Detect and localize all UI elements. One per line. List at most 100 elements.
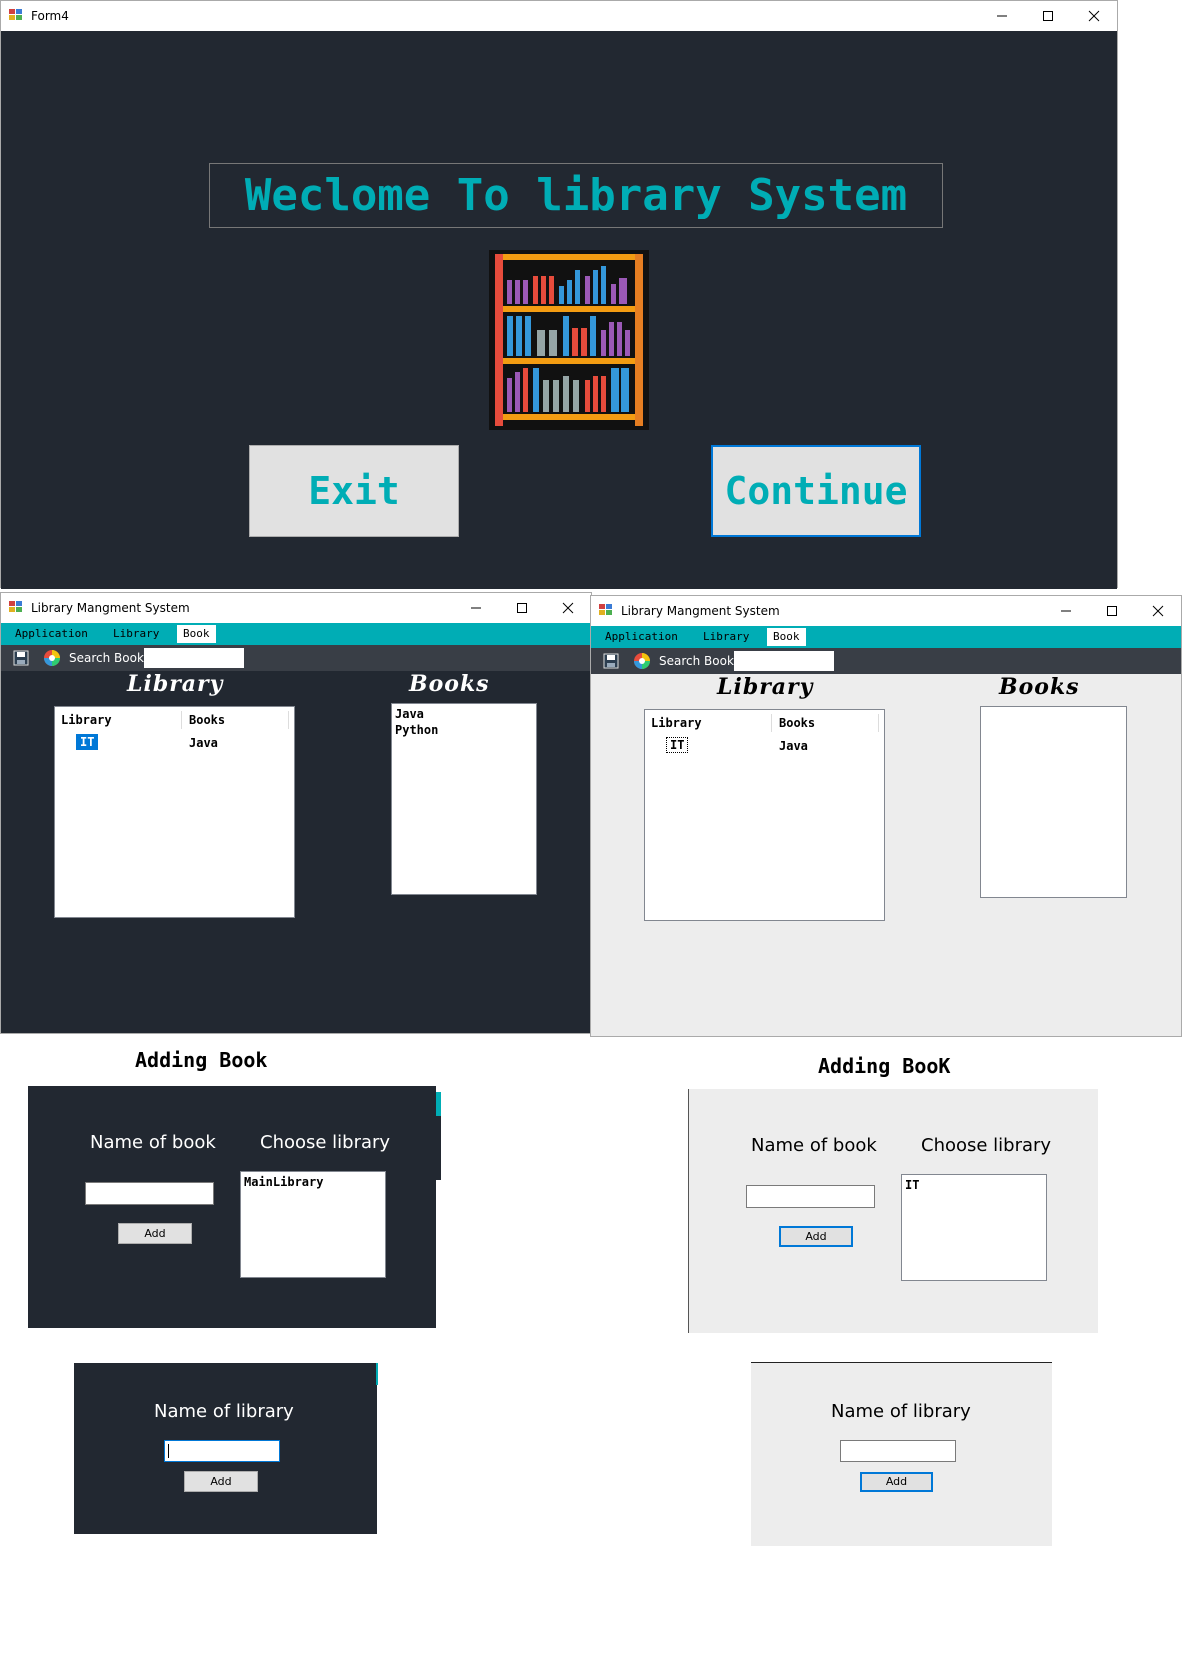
close-button[interactable] bbox=[1071, 1, 1117, 31]
adding-book-heading: Adding BooK bbox=[818, 1054, 951, 1078]
close-icon bbox=[1152, 605, 1164, 617]
list-item-books[interactable]: Java bbox=[779, 739, 808, 753]
library-listbox[interactable]: IT bbox=[901, 1174, 1047, 1281]
add-library-panel-light: Name of library Add bbox=[751, 1363, 1052, 1546]
search-input[interactable] bbox=[734, 651, 834, 671]
maximize-icon bbox=[1107, 606, 1117, 616]
list-item-books[interactable]: Java bbox=[189, 736, 218, 750]
form4-client: Weclome To library System Exit Continue bbox=[1, 31, 1117, 589]
dark-strip bbox=[436, 1116, 441, 1180]
choose-library-label: Choose library bbox=[921, 1135, 1052, 1156]
add-library-button[interactable]: Add bbox=[860, 1472, 933, 1492]
welcome-heading: Weclome To library System bbox=[209, 163, 943, 228]
app-icon bbox=[9, 9, 23, 21]
exit-button[interactable]: Exit bbox=[249, 445, 459, 537]
toolbar: Search Book bbox=[1, 645, 591, 671]
name-of-book-label: Name of book bbox=[751, 1135, 877, 1156]
titlebar: Library Mangment System bbox=[1, 593, 591, 623]
list-item-library[interactable]: IT bbox=[76, 734, 99, 750]
window-title: Library Mangment System bbox=[621, 604, 780, 618]
column-header-books[interactable]: Books bbox=[189, 713, 225, 727]
maximize-icon bbox=[517, 603, 527, 613]
search-label: Search Book bbox=[659, 654, 734, 668]
minimize-button[interactable] bbox=[453, 593, 499, 623]
minimize-button[interactable] bbox=[1043, 596, 1089, 626]
app-icon bbox=[9, 601, 23, 613]
menu-bar: Application Library Book bbox=[591, 626, 1181, 648]
library-name-input[interactable] bbox=[164, 1440, 280, 1462]
menu-library[interactable]: Library bbox=[107, 625, 165, 643]
main-window-dark: Library Mangment System Application Libr… bbox=[0, 592, 592, 1034]
list-item[interactable]: MainLibrary bbox=[244, 1174, 382, 1190]
minimize-button[interactable] bbox=[979, 1, 1025, 31]
choose-library-label: Choose library bbox=[260, 1132, 391, 1153]
column-header-books[interactable]: Books bbox=[779, 716, 815, 730]
library-name-input[interactable] bbox=[840, 1440, 956, 1462]
close-button[interactable] bbox=[1135, 596, 1181, 626]
list-item[interactable]: IT bbox=[905, 1177, 1043, 1193]
book-name-input[interactable] bbox=[746, 1185, 875, 1208]
continue-button[interactable]: Continue bbox=[711, 445, 921, 537]
name-of-library-label: Name of library bbox=[154, 1401, 294, 1422]
color-wheel-icon[interactable] bbox=[633, 652, 651, 670]
main-client: Library Books Library Books IT Java bbox=[591, 674, 1181, 1036]
form4-window: Form4 Weclome To library System Exit Con… bbox=[0, 0, 1118, 589]
welcome-text: Weclome To library System bbox=[244, 170, 908, 221]
save-icon[interactable] bbox=[603, 653, 619, 669]
list-item[interactable]: Python bbox=[395, 722, 533, 738]
window-title: Form4 bbox=[31, 9, 69, 23]
add-book-button[interactable]: Add bbox=[118, 1223, 192, 1244]
adding-book-panel-dark: Name of book Choose library Add MainLibr… bbox=[28, 1086, 436, 1328]
book-name-input[interactable] bbox=[85, 1182, 214, 1205]
menu-bar: Application Library Book bbox=[1, 623, 591, 645]
maximize-button[interactable] bbox=[1089, 596, 1135, 626]
list-item[interactable]: Java bbox=[395, 706, 533, 722]
accent-strip bbox=[436, 1092, 441, 1116]
menu-application[interactable]: Application bbox=[9, 625, 94, 643]
books-listbox[interactable] bbox=[980, 706, 1127, 898]
add-library-panel-dark: Name of library Add bbox=[74, 1363, 377, 1534]
library-heading: Library bbox=[717, 674, 814, 700]
search-label: Search Book bbox=[69, 651, 144, 665]
menu-book[interactable]: Book bbox=[177, 625, 216, 643]
menu-book[interactable]: Book bbox=[767, 628, 806, 646]
maximize-button[interactable] bbox=[1025, 1, 1071, 31]
save-icon[interactable] bbox=[13, 650, 29, 666]
window-title: Library Mangment System bbox=[31, 601, 190, 615]
menu-application[interactable]: Application bbox=[599, 628, 684, 646]
adding-book-panel-light: Name of book Choose library Add IT bbox=[688, 1089, 1098, 1333]
library-listview[interactable]: Library Books IT Java bbox=[54, 706, 295, 918]
search-input[interactable] bbox=[144, 648, 244, 668]
books-heading: Books bbox=[409, 671, 490, 697]
toolbar: Search Book bbox=[591, 648, 1181, 674]
close-button[interactable] bbox=[545, 593, 591, 623]
accent-strip bbox=[376, 1363, 378, 1385]
name-of-library-label: Name of library bbox=[831, 1401, 971, 1422]
main-client: Library Books Library Books IT Java Java… bbox=[1, 671, 591, 1033]
library-heading: Library bbox=[127, 671, 224, 697]
books-heading: Books bbox=[999, 674, 1080, 700]
color-wheel-icon[interactable] bbox=[43, 649, 61, 667]
app-icon bbox=[599, 604, 613, 616]
minimize-icon bbox=[1061, 610, 1071, 612]
bookshelf-icon bbox=[489, 250, 649, 430]
add-book-button[interactable]: Add bbox=[779, 1226, 853, 1247]
main-window-light: Library Mangment System Application Libr… bbox=[590, 595, 1182, 1037]
books-listbox[interactable]: Java Python bbox=[391, 703, 537, 895]
list-item-library[interactable]: IT bbox=[666, 737, 689, 753]
close-icon bbox=[562, 602, 574, 614]
column-header-library[interactable]: Library bbox=[651, 716, 702, 730]
column-header-library[interactable]: Library bbox=[61, 713, 112, 727]
close-icon bbox=[1088, 10, 1100, 22]
library-listbox[interactable]: MainLibrary bbox=[240, 1171, 386, 1278]
add-library-button[interactable]: Add bbox=[184, 1471, 258, 1492]
titlebar: Library Mangment System bbox=[591, 596, 1181, 626]
maximize-button[interactable] bbox=[499, 593, 545, 623]
minimize-icon bbox=[997, 15, 1007, 17]
library-listview[interactable]: Library Books IT Java bbox=[644, 709, 885, 921]
menu-library[interactable]: Library bbox=[697, 628, 755, 646]
form4-titlebar: Form4 bbox=[1, 1, 1117, 31]
text-cursor bbox=[168, 1444, 169, 1458]
name-of-book-label: Name of book bbox=[90, 1132, 216, 1153]
adding-book-heading: Adding Book bbox=[135, 1048, 268, 1072]
